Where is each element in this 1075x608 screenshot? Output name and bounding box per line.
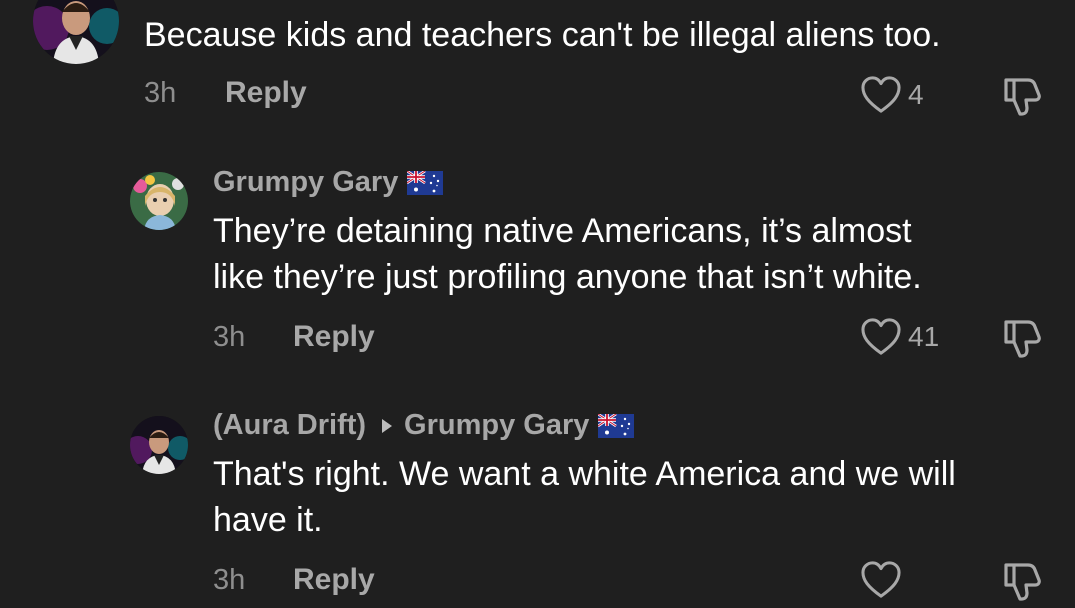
reply-to-name: Grumpy Gary — [404, 409, 590, 441]
reply-button[interactable]: Reply — [293, 563, 375, 597]
comment-3: (Aura Drift) Grumpy Gary That's right. W… — [0, 403, 1075, 605]
comment-text-line: They’re detaining native Americans, it’s… — [213, 212, 912, 250]
author-name: (Aura Drift) — [213, 409, 367, 441]
timestamp: 3h — [213, 564, 246, 596]
australia-flag-icon — [598, 414, 634, 438]
author-name: Grumpy Gary — [213, 166, 399, 198]
comment-text: Because kids and teachers can't be illeg… — [144, 12, 941, 58]
like-count: 4 — [908, 79, 924, 110]
avatar[interactable] — [130, 172, 188, 230]
like-count: 41 — [908, 321, 940, 352]
avatar-image-icon — [33, 0, 119, 64]
reply-button[interactable]: Reply — [293, 320, 375, 354]
comment-author[interactable]: (Aura Drift) Grumpy Gary — [213, 409, 634, 442]
dislike-button[interactable] — [1000, 316, 1044, 365]
comment-2: Grumpy Gary They’re detaining native Ame… — [0, 160, 1075, 380]
heart-icon — [860, 76, 902, 114]
avatar-image-icon — [130, 172, 188, 230]
heart-icon — [860, 318, 902, 356]
dislike-button[interactable] — [1000, 74, 1044, 123]
thumbs-down-icon — [1000, 74, 1044, 118]
comment-1: Because kids and teachers can't be illeg… — [0, 0, 1075, 130]
comment-text: They’re detaining native Americans, it’s… — [213, 208, 922, 300]
timestamp: 3h — [213, 321, 246, 353]
dislike-button[interactable] — [1000, 559, 1044, 608]
comment-text-line: Because kids and teachers can't be illeg… — [144, 16, 941, 54]
reply-arrow-icon — [382, 418, 393, 433]
heart-icon — [860, 561, 902, 599]
comment-text: That's right. We want a white America an… — [213, 451, 956, 543]
avatar[interactable] — [33, 0, 119, 64]
avatar-image-icon — [130, 416, 188, 474]
comment-text-line: That's right. We want a white America an… — [213, 455, 956, 493]
like-button[interactable]: 41 — [860, 318, 939, 356]
comment-author[interactable]: Grumpy Gary — [213, 166, 443, 199]
australia-flag-icon — [407, 171, 443, 195]
avatar[interactable] — [130, 416, 188, 474]
timestamp: 3h — [144, 77, 177, 109]
like-button[interactable] — [860, 561, 908, 599]
thumbs-down-icon — [1000, 316, 1044, 360]
comment-text-line: like they’re just profiling anyone that … — [213, 258, 922, 296]
comment-text-line: have it. — [213, 501, 323, 539]
like-button[interactable]: 4 — [860, 76, 924, 114]
thumbs-down-icon — [1000, 559, 1044, 603]
reply-button[interactable]: Reply — [225, 76, 307, 110]
